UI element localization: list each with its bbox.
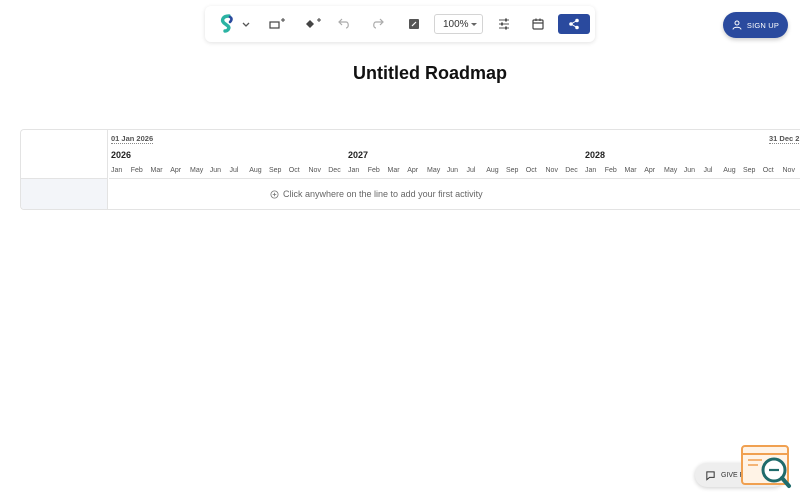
month-label: Jul xyxy=(466,167,476,174)
sign-up-button[interactable]: SIGN UP xyxy=(723,12,788,38)
month-label: Dec xyxy=(565,167,578,174)
search-widget-icon[interactable] xyxy=(740,444,792,490)
month-label: Dec xyxy=(328,167,341,174)
month-label: Mar xyxy=(387,167,400,174)
month-label: Feb xyxy=(604,167,617,174)
zoom-value: 100% xyxy=(443,18,469,30)
month-label: Apr xyxy=(644,167,656,174)
calendar-icon xyxy=(532,18,544,30)
month-label: Jun xyxy=(209,167,222,174)
timeline-label-header xyxy=(21,130,108,178)
timeline: 01 Jan 2026 31 Dec 2 2026 2027 2028 Jan F… xyxy=(20,129,800,210)
edit-icon xyxy=(409,19,419,29)
chevron-down-icon xyxy=(471,22,477,26)
undo-button[interactable] xyxy=(333,6,355,42)
add-activity-text: Click anywhere on the line to add your f… xyxy=(283,189,483,199)
month-label: Jan xyxy=(348,167,360,174)
month-label: Mar xyxy=(150,167,163,174)
sign-up-label: SIGN UP xyxy=(746,20,780,30)
year-label: 2028 xyxy=(585,150,606,160)
month-label: Oct xyxy=(288,167,300,174)
add-milestone-icon xyxy=(306,18,321,28)
year-label: 2026 xyxy=(111,150,132,160)
month-label: Apr xyxy=(170,167,182,174)
undo-icon xyxy=(338,18,349,29)
end-date-marker[interactable]: 31 Dec 2 xyxy=(769,134,800,144)
month-label: Nov xyxy=(545,167,558,174)
year-label: 2027 xyxy=(348,150,369,160)
redo-button[interactable] xyxy=(367,6,389,42)
plus-circle-icon xyxy=(270,189,279,199)
app-menu-button[interactable] xyxy=(215,6,255,42)
month-label: Sep xyxy=(506,167,519,174)
zoom-select[interactable]: 100% xyxy=(434,14,483,34)
month-label: Feb xyxy=(367,167,380,174)
sliders-icon xyxy=(499,18,509,30)
month-label: May xyxy=(190,167,204,174)
month-label: Oct xyxy=(762,167,774,174)
month-label: Jul xyxy=(703,167,713,174)
month-label: Aug xyxy=(723,167,736,174)
month-label: Nov xyxy=(308,167,321,174)
add-shape-icon xyxy=(269,18,285,29)
month-label: Jun xyxy=(446,167,459,174)
roadmap-title[interactable]: Untitled Roadmap xyxy=(0,63,800,84)
month-label: Apr xyxy=(407,167,419,174)
add-activity-hint[interactable]: Click anywhere on the line to add your f… xyxy=(270,189,483,199)
calendar-button[interactable] xyxy=(527,6,549,42)
settings-button[interactable] xyxy=(493,6,515,42)
main-toolbar: 100% xyxy=(205,6,595,42)
add-shape-button[interactable] xyxy=(265,6,291,42)
month-label: Jun xyxy=(683,167,696,174)
share-button[interactable] xyxy=(558,14,590,34)
month-label: Sep xyxy=(743,167,756,174)
swimlane-label-cell[interactable] xyxy=(21,178,108,209)
edit-button[interactable] xyxy=(403,6,425,42)
month-label: Nov xyxy=(782,167,795,174)
month-label: Sep xyxy=(269,167,282,174)
redo-icon xyxy=(373,18,384,29)
app-logo-icon xyxy=(220,14,250,33)
month-label: May xyxy=(664,167,678,174)
user-icon xyxy=(732,20,742,30)
month-label: Jul xyxy=(229,167,239,174)
month-label: Feb xyxy=(130,167,143,174)
month-label: May xyxy=(427,167,441,174)
month-label: Mar xyxy=(624,167,637,174)
month-label: Jan xyxy=(111,167,123,174)
share-icon xyxy=(569,18,579,30)
month-label: Oct xyxy=(525,167,537,174)
add-milestone-button[interactable] xyxy=(301,6,327,42)
start-date-marker[interactable]: 01 Jan 2026 xyxy=(111,134,154,144)
chat-icon xyxy=(706,470,715,481)
month-label: Jan xyxy=(585,167,597,174)
month-label: Aug xyxy=(249,167,262,174)
month-label: Aug xyxy=(486,167,499,174)
